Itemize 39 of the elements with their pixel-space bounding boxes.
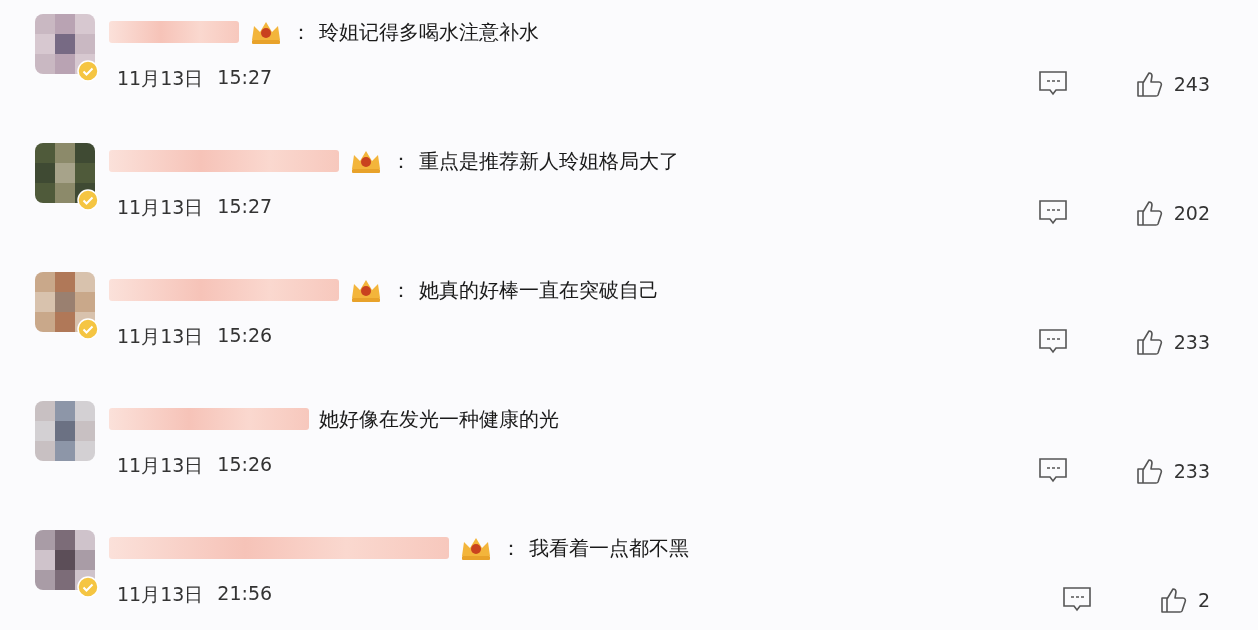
comment-icon[interactable]: [1037, 457, 1068, 485]
colon: ：: [291, 18, 311, 46]
comment-date: 11月13日: [117, 195, 204, 220]
comment-icon[interactable]: [1037, 328, 1068, 356]
comment-text: 她真的好棒一直在突破自己: [419, 276, 659, 304]
thumbs-up-icon[interactable]: [1159, 586, 1188, 614]
comment-text: 玲姐记得多喝水注意补水: [319, 18, 539, 46]
comment-icon[interactable]: [1037, 70, 1068, 98]
comment-time: 15:26: [217, 324, 273, 348]
avatar: [35, 272, 95, 332]
like-button[interactable]: 202: [1135, 199, 1210, 227]
colon: ：: [391, 147, 411, 175]
thumbs-up-icon[interactable]: [1135, 70, 1164, 98]
comment-icon[interactable]: [1061, 586, 1092, 614]
thumbs-up-icon[interactable]: [1135, 199, 1164, 227]
avatar: [35, 14, 95, 74]
comment-date: 11月13日: [117, 582, 204, 607]
like-button[interactable]: 243: [1135, 70, 1210, 98]
avatar: [35, 530, 95, 590]
thumbs-up-icon[interactable]: [1135, 457, 1164, 485]
comment-time: 21:56: [217, 582, 273, 606]
comment-text: 我看着一点都不黑: [529, 534, 689, 562]
comment-text: 重点是推荐新人玲姐格局大了: [419, 147, 679, 175]
comment-time: 15:26: [217, 453, 273, 477]
like-button[interactable]: 233: [1135, 457, 1210, 485]
comment-time: 15:27: [217, 195, 273, 219]
avatar: [35, 143, 95, 203]
colon: ：: [391, 276, 411, 304]
comment-icon[interactable]: [1037, 199, 1068, 227]
comment-date: 11月13日: [117, 324, 204, 349]
comment-date: 11月13日: [117, 453, 204, 478]
like-button[interactable]: 2: [1159, 586, 1210, 614]
thumbs-up-icon[interactable]: [1135, 328, 1164, 356]
avatar: [35, 401, 95, 461]
comment-date: 11月13日: [117, 66, 204, 91]
comment-text: 她好像在发光一种健康的光: [319, 405, 559, 433]
like-button[interactable]: 233: [1135, 328, 1210, 356]
comment-time: 15:27: [217, 66, 273, 90]
colon: ：: [501, 534, 521, 562]
